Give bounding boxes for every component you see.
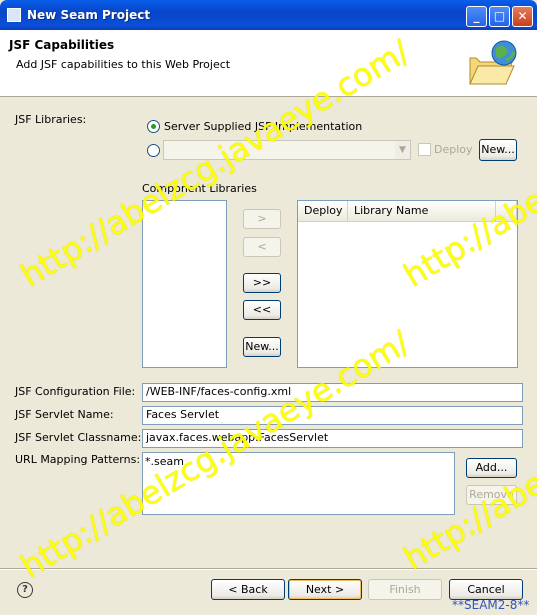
move-all-left-button[interactable]: << [243,300,281,320]
new-component-library-button[interactable]: New... [243,337,281,357]
deploy-checkbox[interactable] [418,143,431,156]
minimize-button[interactable]: _ [466,6,487,27]
page-description: Add JSF capabilities to this Web Project [16,58,231,71]
app-icon [7,8,21,22]
other-library-radio[interactable] [147,144,160,157]
column-header-deploy[interactable]: Deploy [298,201,348,222]
folder-globe-icon [469,40,517,85]
jsf-libraries-label: JSF Libraries: [15,113,87,126]
back-button[interactable]: < Back [211,579,285,600]
server-supplied-radio[interactable] [147,120,160,133]
move-all-right-button[interactable]: >> [243,273,281,293]
maximize-button[interactable]: □ [489,6,510,27]
move-left-button[interactable]: < [243,237,281,257]
chevron-down-icon[interactable]: ▼ [395,141,410,159]
page-title: JSF Capabilities [9,38,115,52]
servlet-name-input[interactable]: Faces Servlet [142,406,523,425]
config-file-label: JSF Configuration File: [15,385,136,398]
footer-separator [0,568,537,570]
close-button[interactable]: ✕ [512,6,533,27]
deploy-label: Deploy [434,143,473,156]
servlet-classname-label: JSF Servlet Classname: [15,431,142,444]
servlet-name-label: JSF Servlet Name: [15,408,114,421]
next-button[interactable]: Next > [288,579,362,600]
move-right-button[interactable]: > [243,209,281,229]
add-mapping-button[interactable]: Add... [466,458,517,478]
url-mapping-label: URL Mapping Patterns: [15,453,141,466]
footer-tag: **SEAM2-8** [452,598,530,612]
help-icon[interactable]: ? [17,582,33,598]
cancel-button[interactable]: Cancel [449,579,523,600]
window-title: New Seam Project [27,8,151,22]
available-libraries-list[interactable] [142,200,227,368]
finish-button[interactable]: Finish [368,579,442,600]
new-jsf-library-button[interactable]: New... [479,139,517,161]
